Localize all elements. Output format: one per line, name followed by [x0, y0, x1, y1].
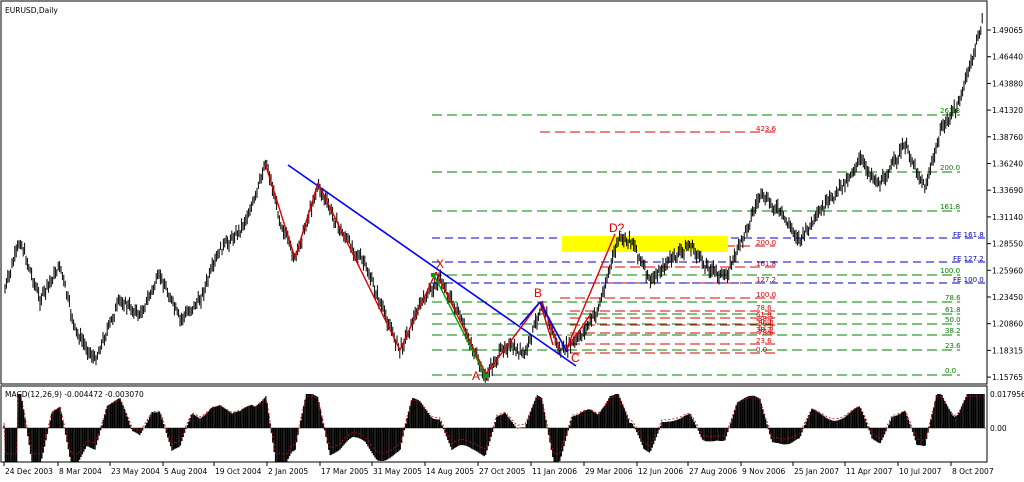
time-tick-label: 14 Aug 2005 [426, 467, 474, 476]
price-tick-label: 1.28550 [992, 240, 1023, 249]
time-tick-label: 27 Oct 2005 [479, 467, 526, 476]
time-tick-label: 17 Mar 2005 [321, 467, 369, 476]
time-tick-label: 8 Mar 2004 [59, 467, 102, 476]
fib-red-label: 100.0 [756, 291, 776, 299]
time-tick-label: 8 Oct 2007 [952, 467, 994, 476]
fib-green-label: 23.6 [945, 342, 961, 350]
macd-axis-top: 0.017956 [990, 390, 1024, 399]
fib-red-small-label: 78.6 [758, 329, 774, 337]
fe-label: FE 127.2 [953, 255, 984, 263]
price-pane-frame [0, 0, 988, 385]
time-tick-label: 11 Jan 2006 [532, 467, 577, 476]
price-tick-label: 1.15765 [992, 373, 1023, 382]
time-tick-label: 9 Nov 2006 [742, 467, 785, 476]
fib-green-label: 200.0 [940, 164, 960, 172]
fib-green-label: 50.0 [945, 316, 961, 324]
price-tick-label: 1.46440 [992, 53, 1023, 62]
price-tick-label: 1.33690 [992, 186, 1023, 195]
eurusd-chart: 0.023.638.250.061.878.6100.0161.8200.026… [0, 0, 1024, 476]
price-tick-label: 1.20860 [992, 320, 1023, 329]
price-tick-label: 1.25960 [992, 266, 1023, 275]
fe-label: FE 100.0 [953, 276, 984, 284]
price-tick-label: 1.23450 [992, 293, 1023, 302]
fib-green-label: 100.0 [940, 267, 960, 275]
pattern-label-d: D? [609, 221, 625, 235]
price-tick-label: 1.43880 [992, 79, 1023, 88]
time-tick-label: 2 Jan 2005 [268, 467, 308, 476]
fib-green-label: 161.8 [940, 203, 960, 211]
time-tick-label: 31 May 2005 [373, 467, 422, 476]
price-tick-label: 1.18315 [992, 346, 1023, 355]
pattern-label-a: A [472, 369, 480, 383]
time-tick-label: 27 Aug 2006 [689, 467, 737, 476]
price-tick-label: 1.49065 [992, 26, 1023, 35]
price-tick-label: 1.41320 [992, 106, 1023, 115]
fib-green-label: 78.6 [945, 294, 961, 302]
time-tick-label: 24 Dec 2003 [5, 467, 53, 476]
target-zone [562, 236, 728, 252]
point-x-marker [431, 273, 435, 277]
time-tick-label: 5 Aug 2004 [164, 467, 207, 476]
fib-red-label: 161.8 [756, 260, 776, 268]
fe-label: FE 161.8 [953, 231, 984, 239]
fib-red-label: 78.6 [756, 304, 772, 312]
point-a-marker [483, 374, 487, 378]
time-tick-label: 19 Oct 2004 [215, 467, 262, 476]
fib-red-label: 200.0 [756, 239, 776, 247]
time-tick-label: 29 Mar 2006 [585, 467, 633, 476]
fib-red-label: 0.0 [756, 346, 767, 354]
macd-label: MACD(12,26,9) -0.004472 -0.003070 [5, 390, 144, 399]
time-tick-label: 25 Jan 2007 [794, 467, 839, 476]
time-tick-label: 23 May 2004 [111, 467, 160, 476]
chart-title: EURUSD,Daily [5, 6, 58, 15]
fib-red-label: 423.6 [756, 125, 777, 133]
time-tick-label: 10 Jul 2007 [899, 467, 942, 476]
macd-axis: 0.017956 0.00 [990, 390, 1024, 433]
price-axis: 1.49065 1.46440 1.43880 1.41320 1.38760 1.362… [987, 26, 1023, 382]
time-axis: 24 Dec 2003 8 Mar 2004 23 May 2004 5 Aug 20… [3, 462, 994, 476]
pattern-label-b: B [534, 286, 542, 300]
macd-axis-zero: 0.00 [990, 424, 1007, 433]
price-tick-label: 1.31140 [992, 213, 1023, 222]
time-tick-label: 11 Apr 2007 [846, 467, 893, 476]
fib-green-label: 38.2 [945, 327, 961, 335]
pattern-label-x: X [436, 257, 444, 271]
price-tick-label: 1.38760 [992, 133, 1023, 142]
fib-green-label: 61.8 [945, 306, 961, 314]
fib-green-label: 0.0 [945, 367, 956, 375]
pattern-label-c: C [571, 351, 580, 365]
time-tick-label: 12 Jun 2006 [638, 467, 683, 476]
fib-red-label: 23.6 [756, 337, 772, 345]
price-tick-label: 1.36240 [992, 160, 1023, 169]
